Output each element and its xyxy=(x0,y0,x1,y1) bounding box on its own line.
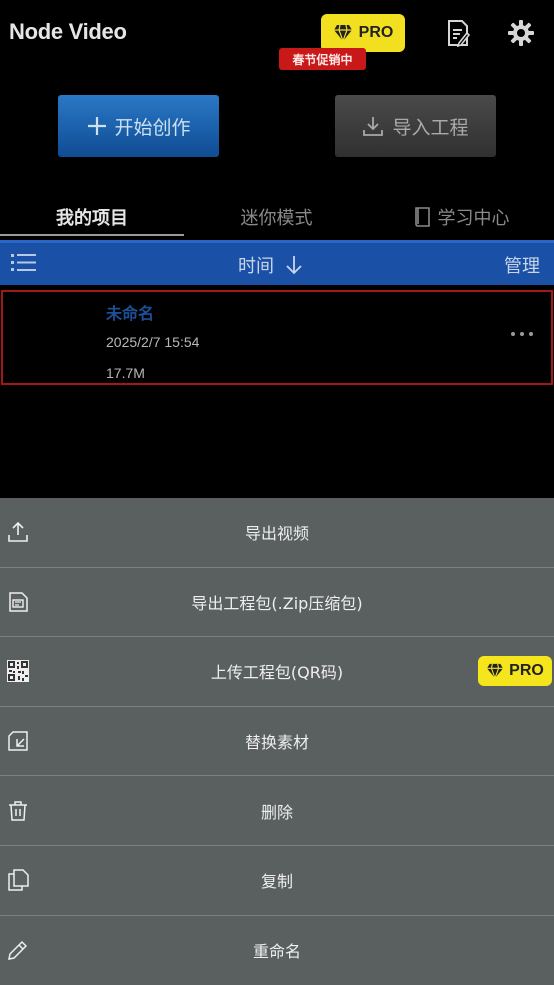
project-action-sheet: 导出视频 导出工程包(.Zip压缩包) 上传工程包(QR码) PRO 替换素材 … xyxy=(0,498,554,985)
pro-label: PRO xyxy=(509,662,544,680)
create-button[interactable]: 开始创作 xyxy=(58,95,219,157)
diamond-icon xyxy=(487,664,504,680)
trash-icon xyxy=(6,799,30,823)
active-tab-indicator xyxy=(0,234,184,236)
book-icon xyxy=(414,207,430,227)
import-label: 导入工程 xyxy=(392,116,469,139)
option-label: 复制 xyxy=(260,872,293,892)
tab-label: 学习中心 xyxy=(437,208,510,229)
option-label: 重命名 xyxy=(252,942,301,962)
import-project-button[interactable]: 导入工程 xyxy=(335,95,496,157)
project-size: 17.7M xyxy=(106,365,145,381)
sort-bar: 时间 管理 xyxy=(0,240,554,285)
document-edit-icon[interactable] xyxy=(444,18,472,48)
tab-label: 我的项目 xyxy=(56,208,128,229)
archive-icon xyxy=(6,590,30,614)
copy-icon xyxy=(6,868,30,892)
list-view-icon[interactable] xyxy=(11,252,37,278)
manage-button[interactable]: 管理 xyxy=(504,252,540,278)
qr-code-icon xyxy=(6,659,30,683)
option-label: 替换素材 xyxy=(244,733,309,753)
tab-learning-center[interactable]: 学习中心 xyxy=(369,197,554,237)
pro-badge[interactable]: PRO xyxy=(478,656,552,687)
option-label: 上传工程包(QR码) xyxy=(210,663,344,683)
create-label: 开始创作 xyxy=(114,116,191,139)
export-project-zip-option[interactable]: 导出工程包(.Zip压缩包) xyxy=(0,568,554,638)
option-label: 删除 xyxy=(260,802,293,822)
promo-tag[interactable]: 春节促销中 xyxy=(279,48,366,70)
pro-label: PRO xyxy=(358,24,394,41)
option-label: 导出工程包(.Zip压缩包) xyxy=(191,593,363,613)
pencil-icon xyxy=(6,938,30,962)
export-video-option[interactable]: 导出视频 xyxy=(0,498,554,568)
project-name: 未命名 xyxy=(106,304,155,323)
tab-my-projects[interactable]: 我的项目 xyxy=(0,197,184,237)
option-label: 导出视频 xyxy=(244,524,309,544)
replace-icon xyxy=(6,729,30,753)
copy-option[interactable]: 复制 xyxy=(0,846,554,916)
plus-icon xyxy=(88,117,107,135)
arrow-down-icon xyxy=(286,256,302,275)
tab-mini-mode[interactable]: 迷你模式 xyxy=(184,197,369,237)
upload-icon xyxy=(6,520,30,544)
download-icon xyxy=(363,117,384,136)
tab-label: 迷你模式 xyxy=(240,208,313,229)
more-options-icon[interactable] xyxy=(511,332,533,336)
project-list-item[interactable]: 未命名 2025/2/7 15:54 17.7M xyxy=(1,290,553,385)
project-thumbnail[interactable] xyxy=(3,292,100,383)
project-date: 2025/2/7 15:54 xyxy=(106,334,200,350)
gear-icon[interactable] xyxy=(507,18,535,48)
sort-label: 时间 xyxy=(238,256,274,277)
upload-project-qr-option[interactable]: 上传工程包(QR码) PRO xyxy=(0,637,554,707)
replace-media-option[interactable]: 替换素材 xyxy=(0,707,554,777)
sort-by-time-button[interactable]: 时间 xyxy=(238,252,304,278)
app-title: Node Video xyxy=(9,19,127,44)
pro-upgrade-button[interactable]: PRO xyxy=(321,14,405,52)
delete-option[interactable]: 删除 xyxy=(0,776,554,846)
diamond-icon xyxy=(333,24,352,42)
rename-option[interactable]: 重命名 xyxy=(0,916,554,985)
